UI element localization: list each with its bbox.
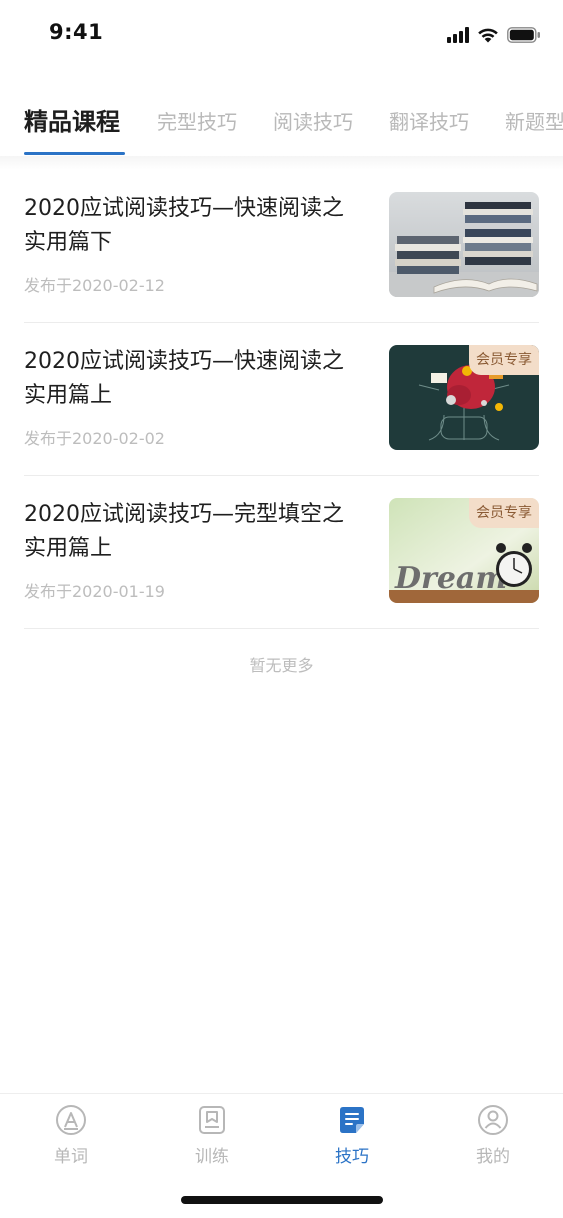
profile-icon <box>478 1105 508 1135</box>
nav-item-tips[interactable]: 技巧 <box>312 1104 392 1167</box>
battery-icon <box>507 27 541 43</box>
list-end-text: 暂无更多 <box>249 656 314 675</box>
home-indicator[interactable] <box>181 1196 383 1204</box>
wifi-icon <box>477 27 499 43</box>
course-date: 发布于2020-01-19 <box>24 582 165 601</box>
course-title: 2020应试阅读技巧—完型填空之实用篇上 <box>24 502 344 561</box>
nav-label: 训练 <box>195 1147 229 1167</box>
tips-icon <box>340 1107 364 1133</box>
course-date: 发布于2020-02-12 <box>24 276 165 295</box>
nav-label: 单词 <box>54 1147 88 1167</box>
nav-label: 技巧 <box>335 1147 369 1167</box>
nav-item-profile[interactable]: 我的 <box>453 1104 533 1167</box>
tab-cloze-tips[interactable]: 完型技巧 <box>157 106 237 135</box>
nav-item-words[interactable]: 单词 <box>31 1104 111 1167</box>
tab-reading-tips[interactable]: 阅读技巧 <box>273 106 353 135</box>
status-time: 9:41 <box>49 20 104 44</box>
nav-item-training[interactable]: 训练 <box>172 1104 252 1167</box>
cellular-signal-icon <box>447 27 469 43</box>
tab-translation-tips[interactable]: 翻译技巧 <box>389 106 469 135</box>
course-date: 发布于2020-02-02 <box>24 429 165 448</box>
tab-new-question-types[interactable]: 新题型 <box>505 106 563 135</box>
course-title: 2020应试阅读技巧—快速阅读之实用篇下 <box>24 196 344 255</box>
status-icons <box>447 24 541 46</box>
training-icon <box>199 1106 225 1134</box>
active-tab-indicator <box>24 152 125 155</box>
category-tabs: 精品课程 完型技巧 阅读技巧 翻译技巧 新题型 <box>0 96 563 156</box>
status-bar: 9:41 <box>0 0 563 70</box>
brainstorm-image: 会员专享 <box>389 345 539 450</box>
svg-text:Dream: Dream <box>394 561 507 596</box>
dream-clock-image: Dream 会员专享 <box>389 498 539 603</box>
course-title: 2020应试阅读技巧—快速阅读之实用篇上 <box>24 349 344 408</box>
course-item[interactable]: 2020应试阅读技巧—完型填空之实用篇上 发布于2020-01-19 Dream… <box>24 476 539 629</box>
course-item[interactable]: 2020应试阅读技巧—快速阅读之实用篇下 发布于2020-02-12 <box>24 170 539 323</box>
nav-label: 我的 <box>476 1147 510 1167</box>
stacked-books-image <box>389 192 539 297</box>
vip-badge: 会员专享 <box>469 345 539 375</box>
course-list: 2020应试阅读技巧—快速阅读之实用篇下 发布于2020-02-12 2020应… <box>0 170 563 629</box>
tab-featured-courses[interactable]: 精品课程 <box>24 102 120 137</box>
tabs-divider <box>0 156 563 170</box>
vip-badge: 会员专享 <box>469 498 539 528</box>
course-item[interactable]: 2020应试阅读技巧—快速阅读之实用篇上 发布于2020-02-02 会员专享 <box>24 323 539 476</box>
word-icon <box>56 1105 86 1135</box>
